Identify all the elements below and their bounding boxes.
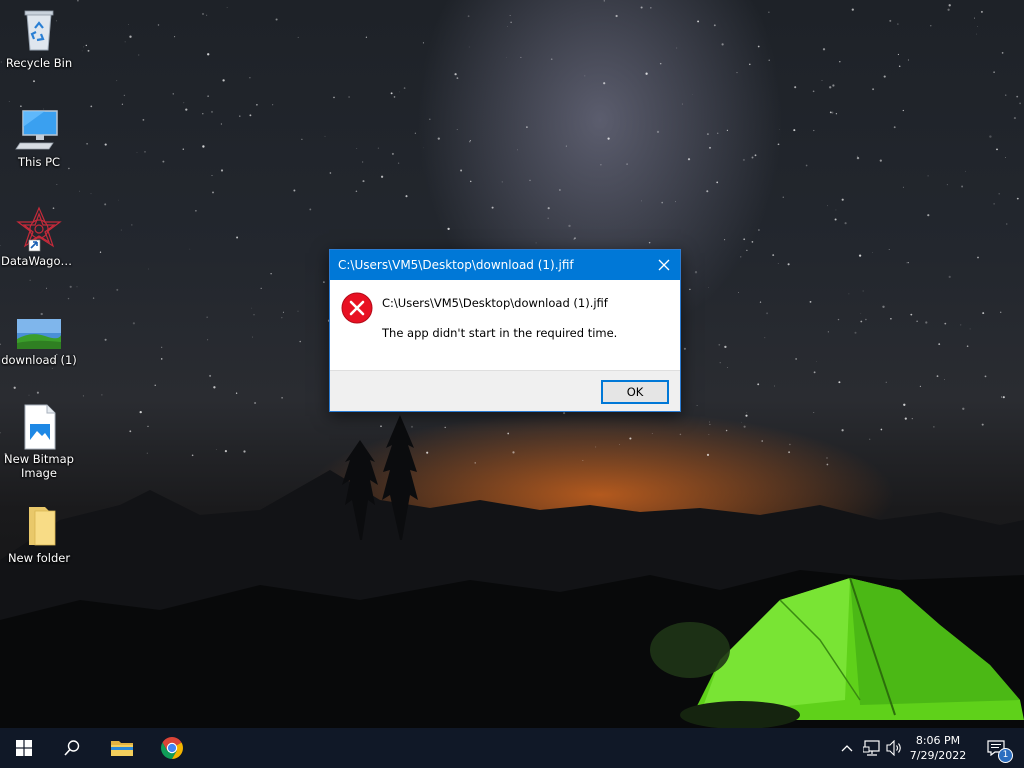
dialog-body: C:\Users\VM5\Desktop\download (1).jfif T…: [330, 280, 680, 370]
clock-time: 8:06 PM: [915, 734, 961, 747]
error-icon: [341, 292, 373, 324]
dialog-message: The app didn't start in the required tim…: [382, 326, 618, 340]
chrome-button[interactable]: [148, 728, 196, 768]
ok-button[interactable]: OK: [601, 380, 669, 404]
dialog-title: C:\Users\VM5\Desktop\download (1).jfif: [338, 258, 574, 272]
desktop-icon-label: New folder: [7, 551, 71, 565]
bitmap-file-icon: [15, 404, 63, 450]
desktop[interactable]: Recycle Bin This PC DataWagon... downloa…: [0, 0, 1024, 728]
volume-button[interactable]: [884, 728, 906, 768]
desktop-icon-download-1[interactable]: download (1): [1, 305, 77, 367]
dialog-titlebar[interactable]: C:\Users\VM5\Desktop\download (1).jfif: [330, 250, 680, 280]
chevron-up-icon: [841, 745, 853, 752]
monitor-icon: [15, 107, 63, 153]
error-dialog: C:\Users\VM5\Desktop\download (1).jfif C…: [329, 249, 681, 412]
desktop-icon-datawagon[interactable]: DataWagon...: [1, 206, 77, 268]
desktop-icon-label: This PC: [17, 155, 61, 169]
file-explorer-icon: [111, 741, 133, 756]
clock-date: 7/29/2022: [909, 749, 967, 762]
desktop-icon-label: Recycle Bin: [5, 56, 73, 70]
search-icon: [64, 740, 80, 756]
volume-icon: [886, 740, 901, 756]
folder-icon: [15, 503, 63, 549]
network-button[interactable]: [860, 728, 884, 768]
desktop-icon-this-pc[interactable]: This PC: [1, 107, 77, 169]
desktop-icon-label: download (1): [1, 353, 77, 367]
close-icon: [658, 259, 670, 271]
recycle-bin-icon: [15, 8, 63, 54]
taskbar: 8:06 PM 7/29/2022 1: [0, 728, 1024, 768]
desktop-icon-recycle-bin[interactable]: Recycle Bin: [1, 8, 77, 70]
network-icon: [863, 740, 880, 756]
show-hidden-icons-button[interactable]: [836, 728, 858, 768]
dialog-close-button[interactable]: [648, 250, 680, 280]
chrome-icon: [161, 737, 183, 759]
taskbar-clock[interactable]: 8:06 PM 7/29/2022: [904, 728, 972, 768]
notification-count-badge: 1: [998, 748, 1013, 763]
desktop-icon-new-bitmap-image[interactable]: New Bitmap Image: [1, 404, 77, 480]
desktop-icon-label: New Bitmap Image: [4, 452, 74, 480]
action-center-button[interactable]: 1: [976, 728, 1016, 768]
dialog-file-path: C:\Users\VM5\Desktop\download (1).jfif: [382, 296, 608, 310]
desktop-icon-new-folder[interactable]: New folder: [1, 503, 77, 565]
datawagon-shortcut-icon: [15, 206, 63, 252]
windows-start-icon: [16, 740, 32, 756]
search-button[interactable]: [48, 728, 96, 768]
dialog-footer: OK: [330, 370, 680, 411]
desktop-icon-label: DataWagon...: [1, 254, 77, 268]
start-button[interactable]: [0, 728, 48, 768]
file-explorer-button[interactable]: [98, 728, 146, 768]
image-thumbnail-icon: [15, 305, 63, 351]
